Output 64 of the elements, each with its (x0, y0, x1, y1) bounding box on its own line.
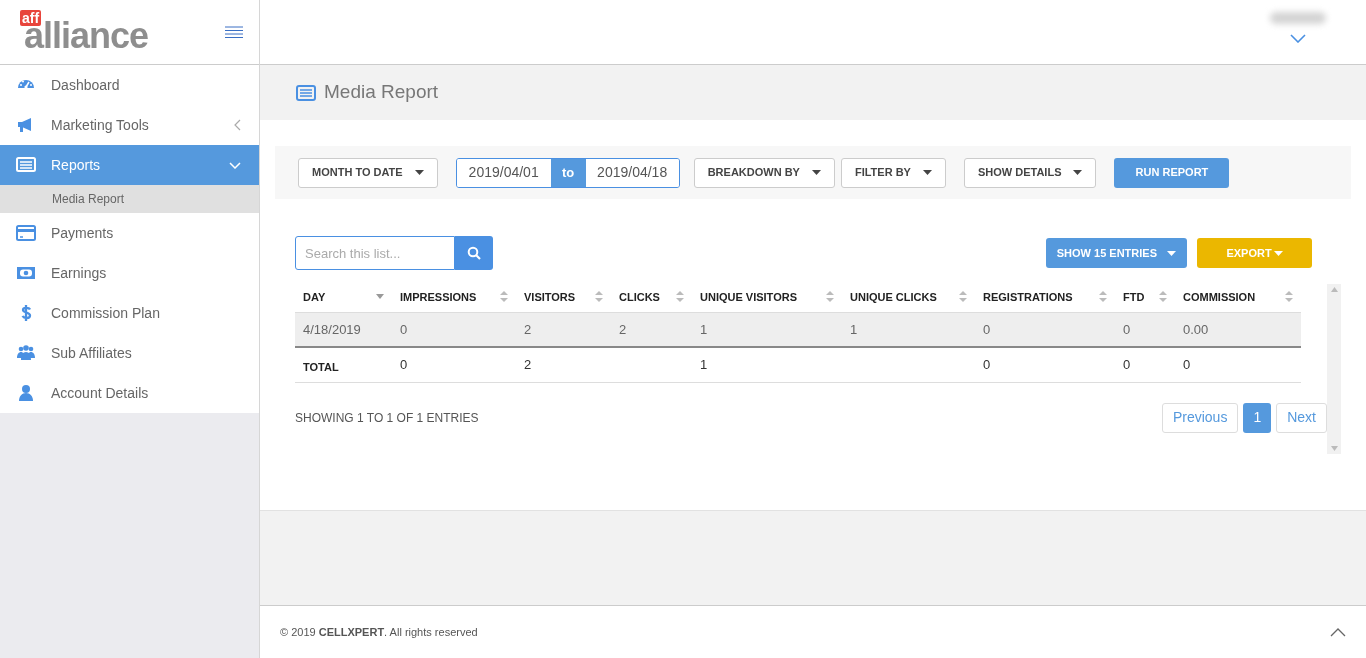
dropdown-button[interactable]: BREAKDOWN BY (693, 157, 835, 188)
total-cell: 2 (524, 357, 532, 372)
table-cell: 2 (524, 321, 532, 337)
column-header[interactable]: DAY (303, 288, 326, 305)
caret-down-icon (414, 170, 424, 175)
table-cell: 0 (983, 321, 991, 337)
blurred-username (1270, 12, 1326, 24)
table-cell: 0 (1123, 321, 1131, 337)
scroll-up-icon[interactable] (1330, 287, 1338, 292)
logo: affalliance (20, 10, 150, 54)
column-header[interactable]: REGISTRATIONS (983, 288, 1073, 305)
sort-icon[interactable] (676, 291, 684, 303)
sort-icon[interactable] (595, 291, 603, 303)
table-cell: 2 (619, 321, 627, 337)
sort-icon[interactable] (826, 291, 834, 303)
copyright-text: © 2019 CELLXPERT. All rights reserved (280, 624, 478, 640)
sort-icon[interactable] (1159, 291, 1167, 303)
dropdown-button[interactable]: SHOW DETAILS (963, 157, 1097, 188)
column-header[interactable]: VISITORS (524, 288, 576, 305)
table-cell: 0 (400, 321, 408, 337)
dropdown-button[interactable]: MONTH TO DATE (298, 157, 438, 188)
sort-icon[interactable] (1099, 291, 1107, 303)
column-header[interactable]: CLICKS (619, 288, 660, 305)
list-icon (296, 84, 316, 101)
total-cell: 0 (983, 357, 991, 372)
caret-down-icon (811, 170, 821, 175)
scrollbar[interactable] (1327, 284, 1341, 454)
sort-icon[interactable] (500, 291, 508, 303)
caret-down-icon (1273, 250, 1283, 256)
search-button[interactable] (455, 236, 493, 270)
table-cell: 1 (700, 321, 708, 337)
menu-icon[interactable] (225, 25, 243, 39)
column-header[interactable]: IMPRESSIONS (400, 288, 477, 305)
total-cell: 1 (700, 357, 708, 372)
sort-descending-icon[interactable] (376, 294, 384, 300)
total-cell: 0 (400, 357, 408, 372)
list-icon (16, 155, 36, 175)
total-label: TOTAL (303, 360, 339, 373)
caret-down-icon (1073, 170, 1083, 175)
column-header[interactable]: FTD (1123, 288, 1145, 305)
total-cell: 0 (1183, 357, 1191, 372)
sort-icon[interactable] (1285, 291, 1293, 303)
scroll-down-icon[interactable] (1330, 446, 1338, 451)
search-field[interactable]: Search this list... (295, 236, 455, 270)
dropdown-button[interactable]: FILTER BY (840, 157, 946, 188)
sort-icon[interactable] (959, 291, 967, 303)
chevron-down-icon[interactable] (1290, 34, 1306, 43)
scroll-top-icon[interactable] (1330, 627, 1346, 637)
caret-down-icon (1167, 250, 1176, 256)
table-cell: 4/18/2019 (303, 321, 361, 337)
entries-info: SHOWING 1 TO 1 OF 1 ENTRIES (295, 409, 479, 427)
column-header[interactable]: UNIQUE CLICKS (850, 288, 937, 305)
submenu-item[interactable]: Media Report (0, 185, 259, 213)
table-cell: 0.00 (1183, 321, 1209, 337)
column-header[interactable]: UNIQUE VISITORS (700, 288, 797, 305)
caret-down-icon (922, 170, 932, 175)
user-icon (16, 383, 36, 403)
total-cell: 0 (1123, 357, 1131, 372)
table-cell: 1 (850, 321, 858, 337)
column-header[interactable]: COMMISSION (1183, 288, 1256, 305)
credit-card-icon (16, 223, 36, 243)
users-icon (16, 343, 36, 363)
search-icon (467, 246, 481, 260)
page-title: Media Report (324, 80, 439, 105)
